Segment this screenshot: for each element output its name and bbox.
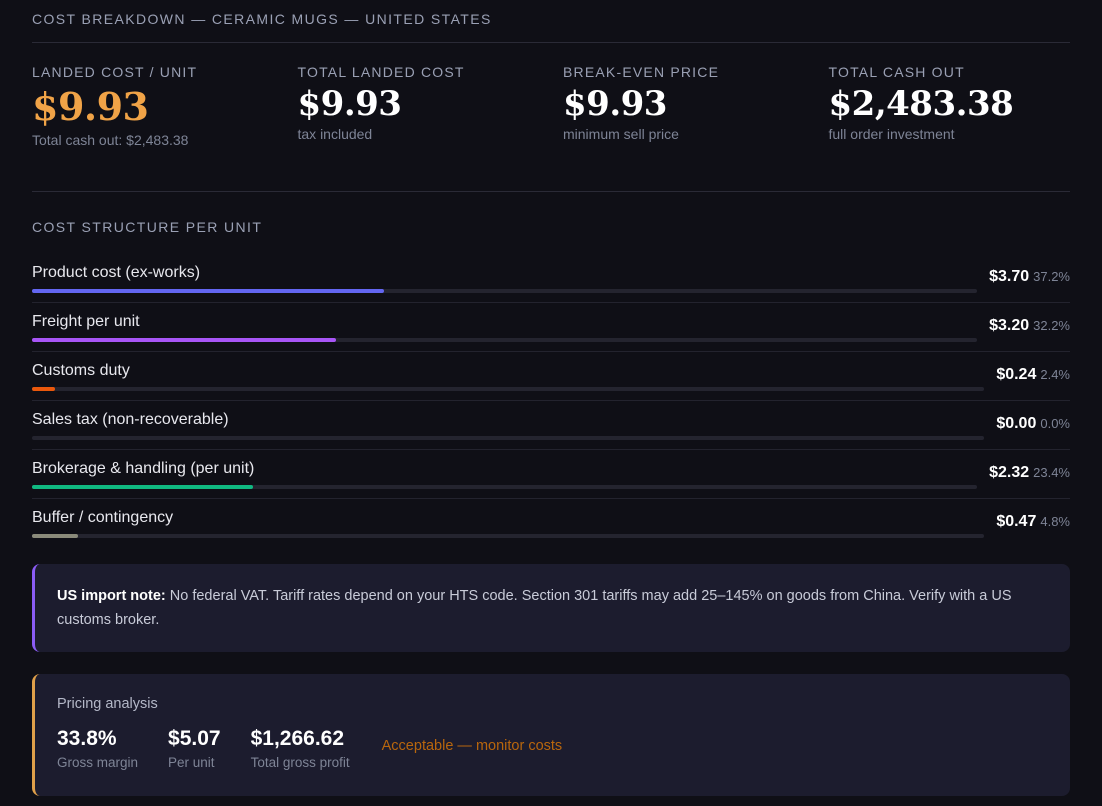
cost-row-bar-track: [32, 289, 977, 293]
stat-gross-margin: 33.8% Gross margin: [57, 726, 138, 770]
cost-row-name: Brokerage & handling (per unit): [32, 460, 255, 477]
header-divider: [32, 42, 1070, 43]
metric-label: TOTAL LANDED COST: [297, 64, 465, 80]
cost-row-name: Freight per unit: [32, 313, 140, 330]
cost-row-percent: 2.4%: [1040, 367, 1070, 382]
metric-sub: minimum sell price: [563, 126, 679, 142]
cost-row: Buffer / contingency $0.47 4.8%: [32, 499, 1070, 547]
metric-total-cash-out: TOTAL CASH OUT $2,483.38 full order inve…: [829, 64, 1095, 148]
cost-row-name: Product cost (ex-works): [32, 264, 201, 281]
stat-per-unit: $5.07 Per unit: [168, 726, 221, 770]
metric-label: BREAK-EVEN PRICE: [563, 64, 720, 80]
pricing-verdict: Acceptable — monitor costs: [381, 738, 563, 754]
cost-row-amount-group: $3.70 37.2%: [989, 268, 1070, 286]
pricing-stats: 33.8% Gross margin $5.07 Per unit $1,266…: [57, 726, 1048, 770]
cost-row-bar-fill: [32, 387, 55, 391]
cost-row-percent: 4.8%: [1040, 514, 1070, 529]
stat-total-gross-profit: $1,266.62 Total gross profit: [251, 726, 350, 770]
cost-row-percent: 37.2%: [1033, 269, 1070, 284]
cost-row-amount-group: $0.00 0.0%: [996, 415, 1070, 433]
metric-sub: Total cash out: $2,483.38: [32, 132, 189, 148]
metric-sub: full order investment: [828, 126, 955, 142]
cost-row-bar-fill: [32, 485, 253, 489]
cost-row-percent: 23.4%: [1033, 465, 1070, 480]
cost-row: Freight per unit $3.20 32.2%: [32, 303, 1070, 352]
cost-row-bar-fill: [32, 289, 384, 293]
stat-value: $5.07: [168, 727, 221, 750]
cost-row-percent: 32.2%: [1033, 318, 1070, 333]
cost-row-bar-track: [32, 485, 977, 489]
cost-structure-title: COST STRUCTURE PER UNIT: [32, 219, 263, 235]
stat-value: $1,266.62: [250, 727, 345, 750]
metric-value: $9.93: [297, 84, 402, 124]
cost-row-amount-group: $0.47 4.8%: [996, 513, 1070, 531]
cost-row-bar-track: [32, 436, 984, 440]
metric-label: LANDED COST / UNIT: [32, 64, 198, 80]
cost-row-amount: $0.47: [996, 513, 1037, 530]
cost-row-amount-group: $0.24 2.4%: [996, 366, 1070, 384]
cost-row-bar-fill: [32, 338, 336, 342]
cost-structure-list: Product cost (ex-works) $3.70 37.2% Freight…: [32, 254, 1070, 547]
cost-row-amount: $2.32: [989, 464, 1030, 481]
cost-row: Product cost (ex-works) $3.70 37.2%: [32, 254, 1070, 303]
cost-row-name: Customs duty: [32, 362, 130, 379]
cost-row-name: Buffer / contingency: [32, 509, 174, 526]
cost-row-bar-track: [32, 534, 984, 538]
metric-sub: tax included: [297, 126, 373, 142]
cost-row-percent: 0.0%: [1040, 416, 1070, 431]
page-title: COST BREAKDOWN — CERAMIC MUGS — UNITED S…: [32, 11, 492, 27]
metric-value: $2,483.38: [828, 84, 1014, 124]
cost-row: Brokerage & handling (per unit) $2.32 23.4…: [32, 450, 1070, 499]
stat-label: Per unit: [168, 755, 215, 770]
import-note-text: No federal VAT. Tariff rates depend on y…: [57, 588, 1012, 628]
cost-row-name: Sales tax (non-recoverable): [32, 411, 229, 428]
cost-row-amount-group: $3.20 32.2%: [989, 317, 1070, 335]
import-note: US import note: No federal VAT. Tariff r…: [32, 564, 1070, 652]
cost-row-amount: $3.20: [989, 317, 1030, 334]
metric-total-landed-cost: TOTAL LANDED COST $9.93 tax included: [298, 64, 564, 148]
cost-row-bar-fill: [32, 534, 78, 538]
cost-row-amount: $0.00: [996, 415, 1037, 432]
cost-row-bar-track: [32, 338, 977, 342]
metric-label: TOTAL CASH OUT: [828, 64, 965, 80]
import-note-label: US import note:: [57, 588, 166, 604]
stat-label: Gross margin: [57, 755, 139, 770]
stat-label: Total gross profit: [250, 755, 350, 770]
metrics-row: LANDED COST / UNIT $9.93 Total cash out:…: [32, 64, 1070, 148]
cost-row-amount: $3.70: [989, 268, 1030, 285]
cost-row: Sales tax (non-recoverable) $0.00 0.0%: [32, 401, 1070, 450]
metric-landed-cost-unit: LANDED COST / UNIT $9.93 Total cash out:…: [32, 64, 298, 148]
pricing-title: Pricing analysis: [57, 696, 158, 712]
metric-break-even-price: BREAK-EVEN PRICE $9.93 minimum sell pric…: [563, 64, 829, 148]
metric-value: $9.93: [563, 84, 667, 124]
cost-row: Customs duty $0.24 2.4%: [32, 352, 1070, 401]
cost-row-amount: $0.24: [996, 366, 1037, 383]
metric-value: $9.93: [32, 84, 149, 129]
metrics-divider: [32, 191, 1070, 192]
cost-row-bar-track: [32, 387, 984, 391]
stat-value: 33.8%: [57, 727, 117, 750]
pricing-analysis-card: Pricing analysis 33.8% Gross margin $5.0…: [32, 674, 1070, 796]
cost-row-amount-group: $2.32 23.4%: [989, 464, 1070, 482]
